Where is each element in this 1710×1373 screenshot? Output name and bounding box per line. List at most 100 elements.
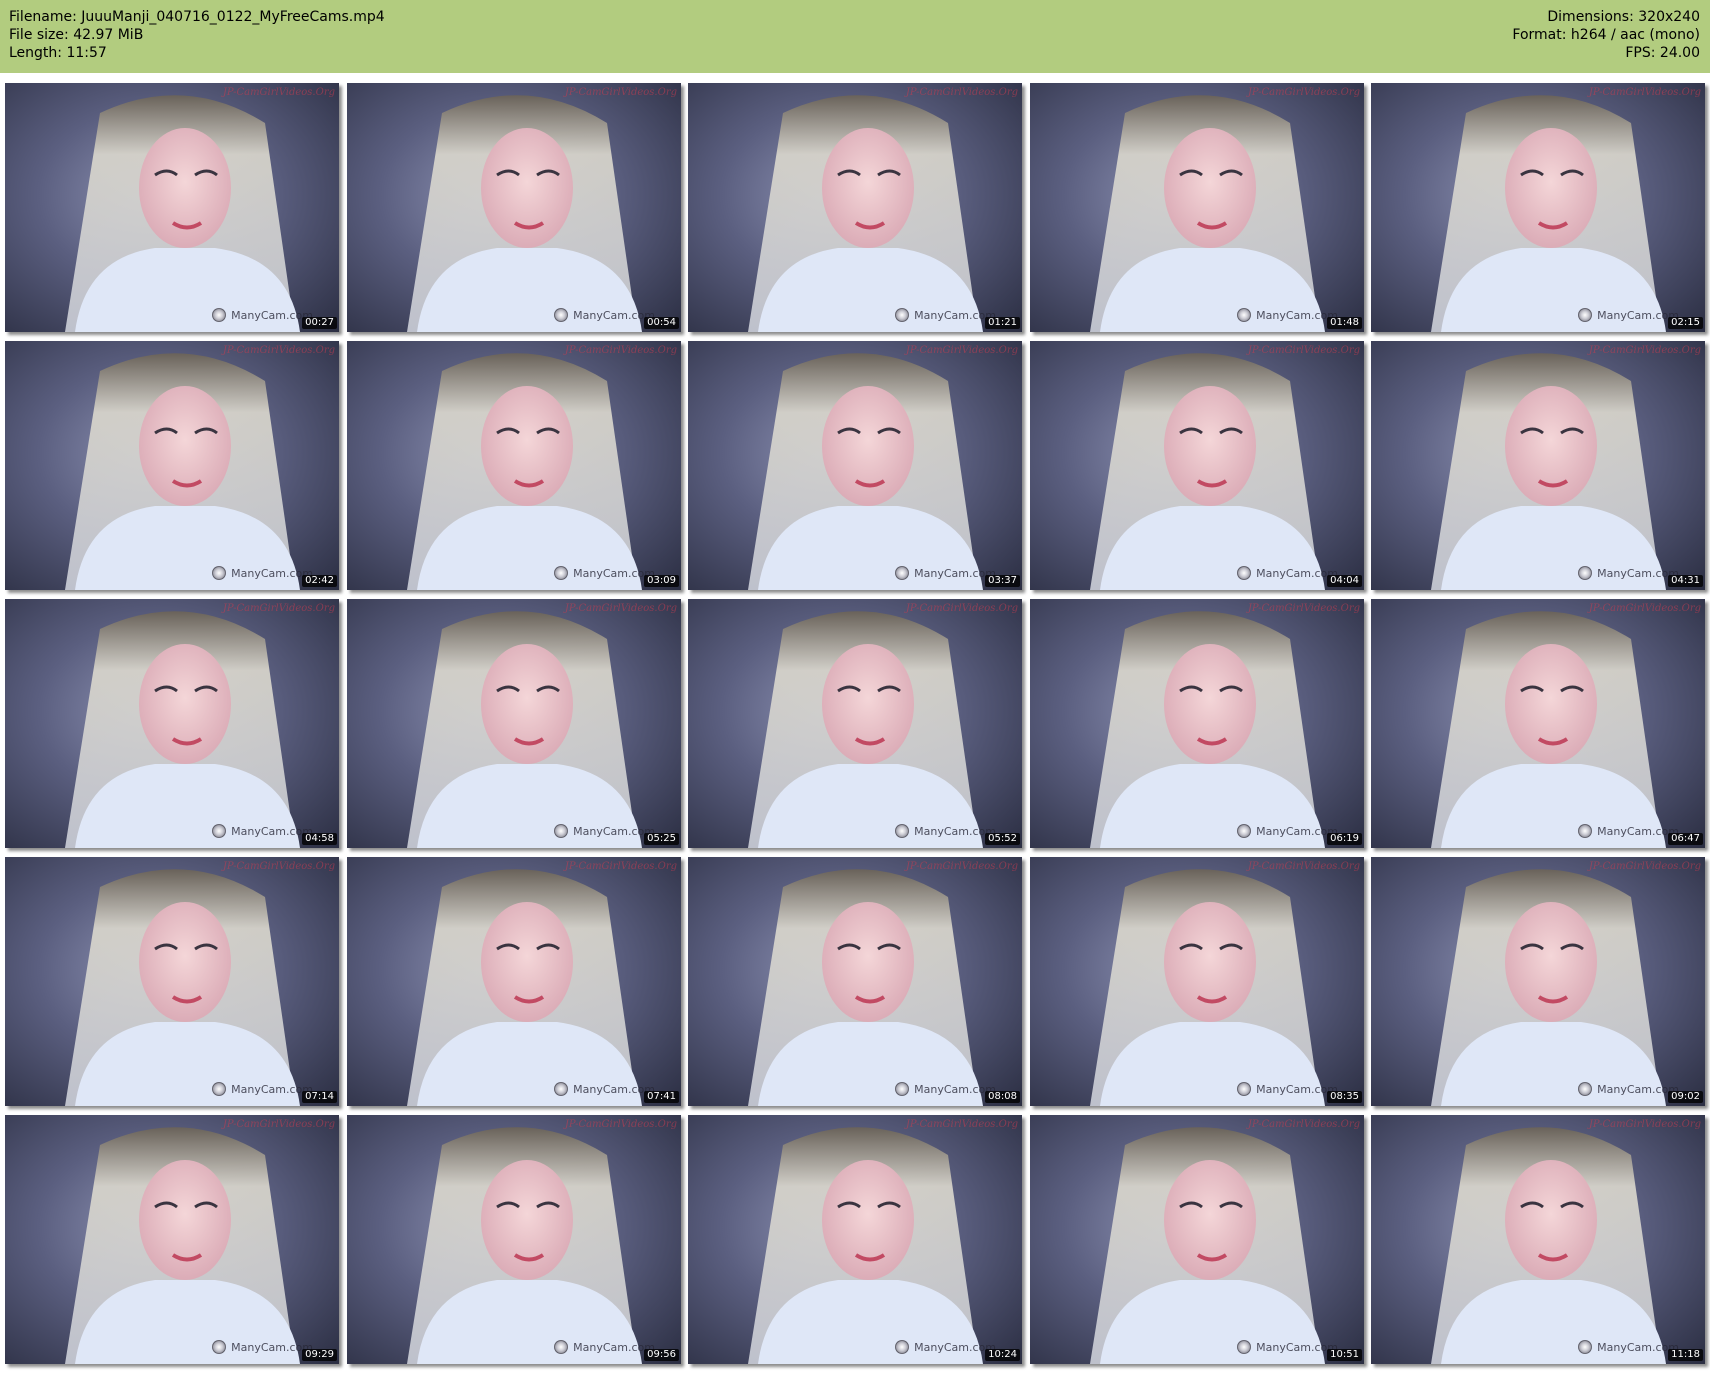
webcam-icon bbox=[212, 1082, 227, 1096]
info-header: Filename: JuuuManji_040716_0122_MyFreeCa… bbox=[0, 0, 1710, 73]
webcam-icon bbox=[1237, 308, 1252, 322]
watermark-bottom-label: ManyCam.com bbox=[1597, 1082, 1679, 1096]
timestamp-label: 02:15 bbox=[1668, 317, 1703, 329]
timestamp-label: 04:31 bbox=[1668, 575, 1703, 587]
video-thumbnail: JP-CamGirlVideos.Org ManyCam.com 05:25 bbox=[347, 599, 681, 848]
watermark-top: JP-CamGirlVideos.Org bbox=[1588, 603, 1701, 614]
thumbnail-frame-image bbox=[65, 353, 300, 590]
timestamp-label: 11:18 bbox=[1668, 1349, 1703, 1361]
thumbnail-frame-image bbox=[1431, 1127, 1666, 1364]
video-thumbnail: JP-CamGirlVideos.Org ManyCam.com 09:56 bbox=[347, 1115, 681, 1364]
watermark-bottom-label: ManyCam.com bbox=[1256, 1340, 1338, 1354]
watermark-top: JP-CamGirlVideos.Org bbox=[905, 861, 1018, 872]
webcam-icon bbox=[212, 308, 227, 322]
webcam-icon bbox=[212, 1340, 227, 1354]
watermark-top: JP-CamGirlVideos.Org bbox=[905, 603, 1018, 614]
video-thumbnail: JP-CamGirlVideos.Org ManyCam.com 05:52 bbox=[688, 599, 1022, 848]
timestamp-label: 08:35 bbox=[1327, 1091, 1362, 1103]
watermark-bottom-label: ManyCam.com bbox=[231, 566, 313, 580]
video-thumbnail: JP-CamGirlVideos.Org ManyCam.com 00:27 bbox=[5, 83, 339, 332]
video-info: Dimensions: 320x240 Format: h264 / aac (… bbox=[1512, 8, 1700, 62]
timestamp-label: 04:58 bbox=[302, 833, 337, 845]
video-thumbnail: JP-CamGirlVideos.Org ManyCam.com 04:31 bbox=[1371, 341, 1705, 590]
thumbnail-frame-image bbox=[65, 611, 300, 848]
webcam-icon bbox=[212, 566, 227, 580]
thumbnail-frame-image bbox=[65, 95, 300, 332]
watermark-bottom-label: ManyCam.com bbox=[231, 1340, 313, 1354]
thumbnail-frame-image bbox=[1090, 869, 1325, 1106]
timestamp-label: 08:08 bbox=[985, 1091, 1020, 1103]
watermark-bottom: ManyCam.com bbox=[212, 824, 313, 838]
thumbnail-frame-image bbox=[748, 1127, 983, 1364]
watermark-bottom: ManyCam.com bbox=[895, 1340, 996, 1354]
watermark-bottom: ManyCam.com bbox=[1237, 1082, 1338, 1096]
video-thumbnail: JP-CamGirlVideos.Org ManyCam.com 07:14 bbox=[5, 857, 339, 1106]
watermark-top: JP-CamGirlVideos.Org bbox=[905, 87, 1018, 98]
video-thumbnail: JP-CamGirlVideos.Org ManyCam.com 06:47 bbox=[1371, 599, 1705, 848]
watermark-top: JP-CamGirlVideos.Org bbox=[905, 345, 1018, 356]
timestamp-label: 09:02 bbox=[1668, 1091, 1703, 1103]
watermark-bottom: ManyCam.com bbox=[1237, 824, 1338, 838]
watermark-top: JP-CamGirlVideos.Org bbox=[1588, 87, 1701, 98]
video-thumbnail: JP-CamGirlVideos.Org ManyCam.com 10:51 bbox=[1030, 1115, 1364, 1364]
video-thumbnail: JP-CamGirlVideos.Org ManyCam.com 03:09 bbox=[347, 341, 681, 590]
watermark-bottom: ManyCam.com bbox=[1578, 824, 1679, 838]
thumbnail-frame-image bbox=[748, 611, 983, 848]
video-thumbnail: JP-CamGirlVideos.Org ManyCam.com 09:02 bbox=[1371, 857, 1705, 1106]
watermark-bottom: ManyCam.com bbox=[1578, 1082, 1679, 1096]
watermark-top: JP-CamGirlVideos.Org bbox=[1588, 345, 1701, 356]
timestamp-label: 05:25 bbox=[644, 833, 679, 845]
watermark-bottom: ManyCam.com bbox=[212, 566, 313, 580]
watermark-bottom-label: ManyCam.com bbox=[1256, 566, 1338, 580]
watermark-bottom: ManyCam.com bbox=[554, 566, 655, 580]
timestamp-label: 01:21 bbox=[985, 317, 1020, 329]
watermark-bottom: ManyCam.com bbox=[1578, 308, 1679, 322]
timestamp-label: 07:41 bbox=[644, 1091, 679, 1103]
thumbnail-frame-image bbox=[65, 1127, 300, 1364]
webcam-icon bbox=[554, 566, 569, 580]
watermark-bottom: ManyCam.com bbox=[554, 308, 655, 322]
watermark-bottom: ManyCam.com bbox=[212, 1082, 313, 1096]
timestamp-label: 10:51 bbox=[1327, 1349, 1362, 1361]
thumbnail-frame-image bbox=[1090, 353, 1325, 590]
watermark-bottom: ManyCam.com bbox=[554, 1082, 655, 1096]
video-thumbnail: JP-CamGirlVideos.Org ManyCam.com 08:35 bbox=[1030, 857, 1364, 1106]
timestamp-label: 09:29 bbox=[302, 1349, 337, 1361]
watermark-bottom-label: ManyCam.com bbox=[1256, 308, 1338, 322]
video-thumbnail: JP-CamGirlVideos.Org ManyCam.com 11:18 bbox=[1371, 1115, 1705, 1364]
timestamp-label: 03:37 bbox=[985, 575, 1020, 587]
watermark-top: JP-CamGirlVideos.Org bbox=[222, 1119, 335, 1130]
watermark-bottom-label: ManyCam.com bbox=[573, 1082, 655, 1096]
watermark-bottom-label: ManyCam.com bbox=[573, 308, 655, 322]
video-thumbnail: JP-CamGirlVideos.Org ManyCam.com 06:19 bbox=[1030, 599, 1364, 848]
watermark-top: JP-CamGirlVideos.Org bbox=[1247, 861, 1360, 872]
video-thumbnail: JP-CamGirlVideos.Org ManyCam.com 04:04 bbox=[1030, 341, 1364, 590]
watermark-top: JP-CamGirlVideos.Org bbox=[564, 87, 677, 98]
timestamp-label: 06:47 bbox=[1668, 833, 1703, 845]
file-info: Filename: JuuuManji_040716_0122_MyFreeCa… bbox=[9, 8, 385, 62]
thumbnail-frame-image bbox=[1090, 95, 1325, 332]
video-thumbnail: JP-CamGirlVideos.Org ManyCam.com 04:58 bbox=[5, 599, 339, 848]
webcam-icon bbox=[895, 824, 910, 838]
watermark-top: JP-CamGirlVideos.Org bbox=[1588, 1119, 1701, 1130]
watermark-bottom: ManyCam.com bbox=[554, 1340, 655, 1354]
webcam-icon bbox=[554, 1082, 569, 1096]
timestamp-label: 10:24 bbox=[985, 1349, 1020, 1361]
fps-line: FPS: 24.00 bbox=[1625, 45, 1700, 61]
thumbnail-frame-image bbox=[407, 869, 642, 1106]
watermark-bottom: ManyCam.com bbox=[1578, 566, 1679, 580]
timestamp-label: 07:14 bbox=[302, 1091, 337, 1103]
thumbnail-frame-image bbox=[1431, 353, 1666, 590]
video-thumbnail: JP-CamGirlVideos.Org ManyCam.com 09:29 bbox=[5, 1115, 339, 1364]
webcam-icon bbox=[1578, 308, 1593, 322]
webcam-icon bbox=[895, 1082, 910, 1096]
watermark-bottom: ManyCam.com bbox=[895, 824, 996, 838]
thumbnail-frame-image bbox=[407, 1127, 642, 1364]
webcam-icon bbox=[895, 308, 910, 322]
watermark-bottom-label: ManyCam.com bbox=[231, 1082, 313, 1096]
webcam-icon bbox=[1578, 566, 1593, 580]
watermark-top: JP-CamGirlVideos.Org bbox=[564, 1119, 677, 1130]
watermark-top: JP-CamGirlVideos.Org bbox=[222, 603, 335, 614]
watermark-bottom: ManyCam.com bbox=[1237, 308, 1338, 322]
watermark-bottom-label: ManyCam.com bbox=[231, 824, 313, 838]
